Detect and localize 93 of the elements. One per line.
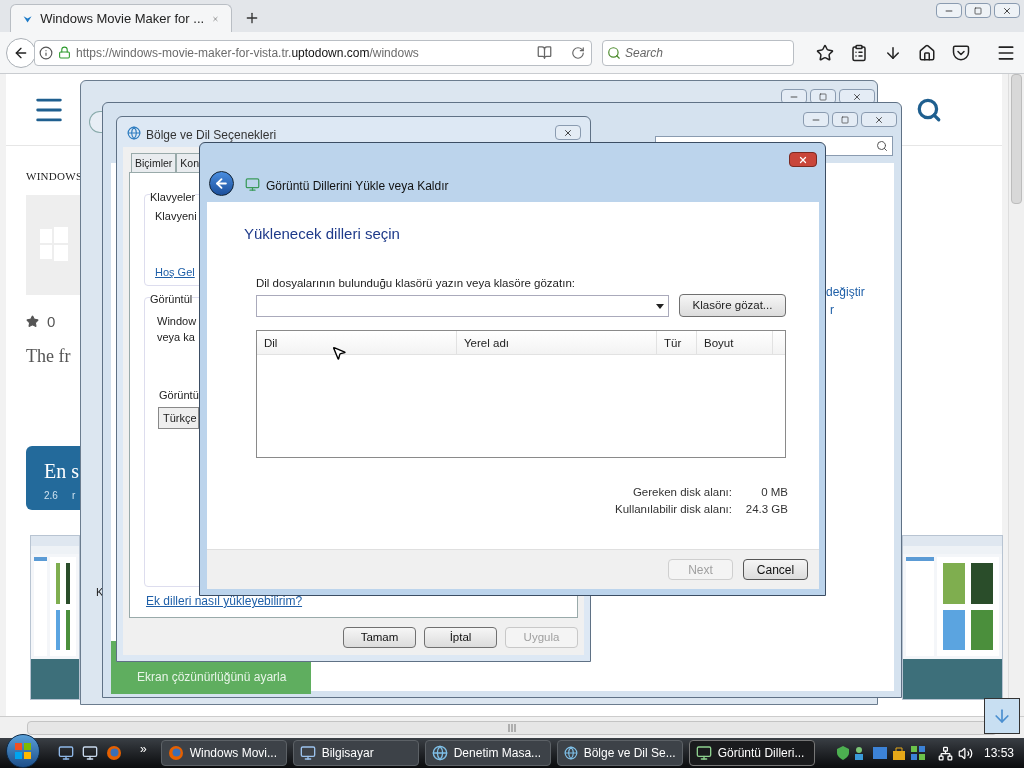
disk-label: Kullanılabilir disk alanı: [614, 502, 732, 517]
dropdown-arrow-icon [656, 303, 664, 309]
version-text: 2.6 [44, 489, 58, 503]
taskbar-item[interactable]: Windows Movi... [160, 740, 287, 766]
volume-icon[interactable] [957, 745, 973, 761]
help-link[interactable]: Ek dilleri nasıl yükleyebilirim? [146, 592, 303, 610]
dialog-button[interactable]: İptal [424, 627, 497, 648]
lock-tray-icon [891, 746, 906, 760]
dialog-button[interactable]: Tamam [343, 627, 416, 648]
url-field[interactable]: https://windows-movie-maker-for-vista.tr.uptodown.com/windows [34, 39, 592, 66]
app-logo-icon [26, 194, 80, 295]
close-button[interactable] [555, 125, 581, 140]
search-icon [876, 140, 888, 152]
maximize-icon [819, 92, 827, 101]
search-icon[interactable] [916, 96, 943, 123]
group-text: Klavyeni [155, 209, 197, 224]
network-icon[interactable] [937, 745, 953, 761]
group-text: Window [157, 314, 197, 329]
clipboard-icon[interactable] [850, 43, 868, 62]
close-icon [798, 154, 808, 165]
star-icon [26, 315, 39, 329]
taskbar-item[interactable]: Görüntü Dilleri... [688, 740, 815, 766]
pocket-icon[interactable] [952, 43, 970, 62]
back-button[interactable] [209, 171, 234, 196]
window-title: Görüntü Dillerini Yükle veya Kaldır [266, 178, 449, 195]
globe-icon [127, 126, 141, 140]
monitor-icon [695, 745, 712, 761]
close-button[interactable] [789, 152, 817, 167]
group-text: veya ka [157, 330, 195, 345]
window-switch-icon[interactable] [82, 745, 98, 761]
close-icon [874, 114, 884, 125]
disk-value: 0 MB [760, 485, 788, 500]
more-button[interactable]: » [140, 740, 147, 758]
task-link[interactable]: değiştir [826, 283, 865, 301]
window-title: Bölge ve Dil Seçenekleri [146, 127, 277, 144]
start-button[interactable] [6, 734, 40, 768]
monitor-icon [245, 177, 260, 192]
close-icon [563, 127, 573, 138]
lock-icon [58, 46, 71, 59]
scroll-down-button[interactable] [984, 698, 1020, 734]
info-icon [39, 45, 53, 60]
browser-icon [106, 745, 122, 761]
browser-icon [167, 745, 184, 761]
search-icon [607, 45, 621, 60]
browse-button[interactable]: Klasöre gözat... [679, 294, 786, 317]
new-tab-icon[interactable] [244, 10, 260, 26]
page-heading: Yüklenecek dilleri seçin [244, 224, 400, 244]
tab-title: Windows Movie Maker for ... [40, 9, 205, 28]
search-bar[interactable]: Search [602, 39, 794, 66]
field-label: Görüntü [159, 388, 199, 403]
grid-tray-icon [910, 746, 925, 760]
column-header[interactable]: Boyut [697, 331, 773, 354]
globe-icon [431, 745, 448, 761]
search-field[interactable]: Search [625, 43, 785, 62]
dialog-tab[interactable]: Biçimler [131, 153, 177, 173]
scrollbar-thumb[interactable] [1011, 74, 1022, 204]
shield-icon [836, 746, 849, 760]
close-icon [1002, 5, 1012, 16]
taskbar-item[interactable]: Bölge ve Dil Se... [556, 740, 683, 766]
grip-icon [508, 723, 516, 732]
disk-label: Gereken disk alanı: [631, 485, 732, 500]
mouse-pointer-icon [331, 345, 347, 361]
maximize-icon [841, 115, 849, 124]
tagline: The fr [26, 345, 71, 368]
close-icon [852, 91, 862, 102]
browser-tab[interactable]: Windows Movie Maker for ... [10, 4, 232, 32]
reader-view-icon[interactable] [537, 45, 552, 60]
maximize-icon [974, 6, 982, 15]
language-dropdown[interactable]: Türkçe [158, 407, 199, 429]
reload-icon[interactable] [571, 45, 585, 60]
prompt-text: Dil dosyalarının bulunduğu klasörü yazın veya klasöre gözatın: [256, 276, 575, 291]
category-label: WINDOWS [26, 169, 83, 184]
link[interactable]: Hoş Gel [155, 264, 195, 281]
taskbar-item[interactable]: Bilgisayar [292, 740, 419, 766]
close-button[interactable] [994, 3, 1020, 18]
banner-text: r [71, 489, 76, 503]
computer-icon [299, 745, 316, 761]
bookmark-star-icon[interactable] [816, 43, 834, 62]
banner-title: En s [44, 459, 80, 484]
taskbar-item[interactable]: Denetim Masa... [424, 740, 551, 766]
back-button[interactable] [6, 37, 36, 68]
rating-count: 0 [47, 311, 56, 332]
app-tray-icon [872, 746, 887, 760]
windows-logo-icon [14, 742, 32, 760]
globe-icon [563, 745, 578, 761]
desktop-icon[interactable] [58, 745, 74, 761]
clock: 13:53 [983, 745, 1014, 762]
column-header[interactable]: Tür [657, 331, 697, 354]
column-header[interactable]: Yerel adı [457, 331, 657, 354]
disk-value: 24.3 GB [744, 502, 788, 517]
url-text: https://windows-movie-maker-for-vista.tr.uptodown.com/windows [76, 44, 419, 62]
dialog-button[interactable]: Cancel [743, 559, 808, 580]
home-icon[interactable] [918, 43, 936, 62]
